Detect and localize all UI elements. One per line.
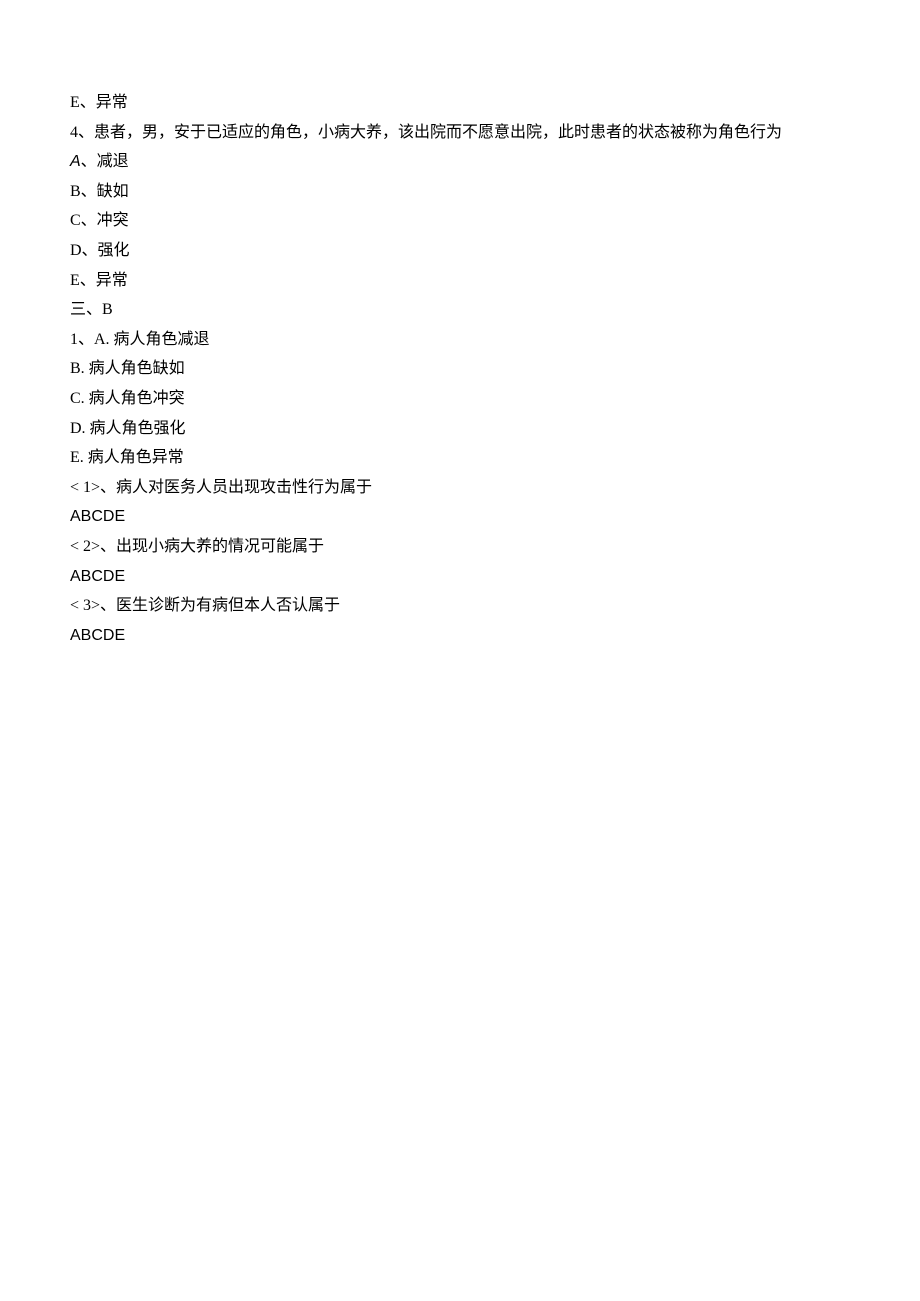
text: ABCDE [70,508,125,525]
option-c: C、冲突 [70,206,850,236]
question-4: 4、患者，男，安于已适应的角色，小病大养，该出院而不愿意出院，此时患者的状态被称… [70,118,850,148]
sub-question-1: < 1>、病人对医务人员出现攻击性行为属于 [70,473,850,503]
q1-option-a: 1、A. 病人角色减退 [70,325,850,355]
text: B、缺如 [70,183,129,200]
option-e-2: E、异常 [70,266,850,296]
text: C、冲突 [70,212,129,229]
answer-choices-1: ABCDE [70,502,850,532]
q1-option-e: E. 病人角色异常 [70,443,850,473]
text: 4、患者，男，安于已适应的角色，小病大养，该出院而不愿意出院，此时患者的状态被称… [70,124,782,141]
text: < 2>、出现小病大养的情况可能属于 [70,538,324,555]
option-e: E、异常 [70,88,850,118]
option-d: D、强化 [70,236,850,266]
text: ABCDE [70,627,125,644]
answer-choices-3: ABCDE [70,621,850,651]
text: D、强化 [70,242,130,259]
option-text: 、减退 [81,153,129,170]
answer-choices-2: ABCDE [70,562,850,592]
text: E、异常 [70,272,128,289]
text: 1、A. 病人角色减退 [70,331,210,348]
text: 三、B [70,301,113,318]
q1-option-c: C. 病人角色冲突 [70,384,850,414]
text: < 3>、医生诊断为有病但本人否认属于 [70,597,340,614]
sub-question-3: < 3>、医生诊断为有病但本人否认属于 [70,591,850,621]
option-letter: A [70,153,81,170]
text: C. 病人角色冲突 [70,390,185,407]
q1-option-b: B. 病人角色缺如 [70,354,850,384]
text: B. 病人角色缺如 [70,360,185,377]
option-a: A、减退 [70,147,850,177]
text: D. 病人角色强化 [70,420,186,437]
text: ABCDE [70,568,125,585]
sub-question-2: < 2>、出现小病大养的情况可能属于 [70,532,850,562]
option-b: B、缺如 [70,177,850,207]
text: < 1>、病人对医务人员出现攻击性行为属于 [70,479,372,496]
section-3-b: 三、B [70,295,850,325]
q1-option-d: D. 病人角色强化 [70,414,850,444]
text: E. 病人角色异常 [70,449,184,466]
text: E、异常 [70,94,128,111]
